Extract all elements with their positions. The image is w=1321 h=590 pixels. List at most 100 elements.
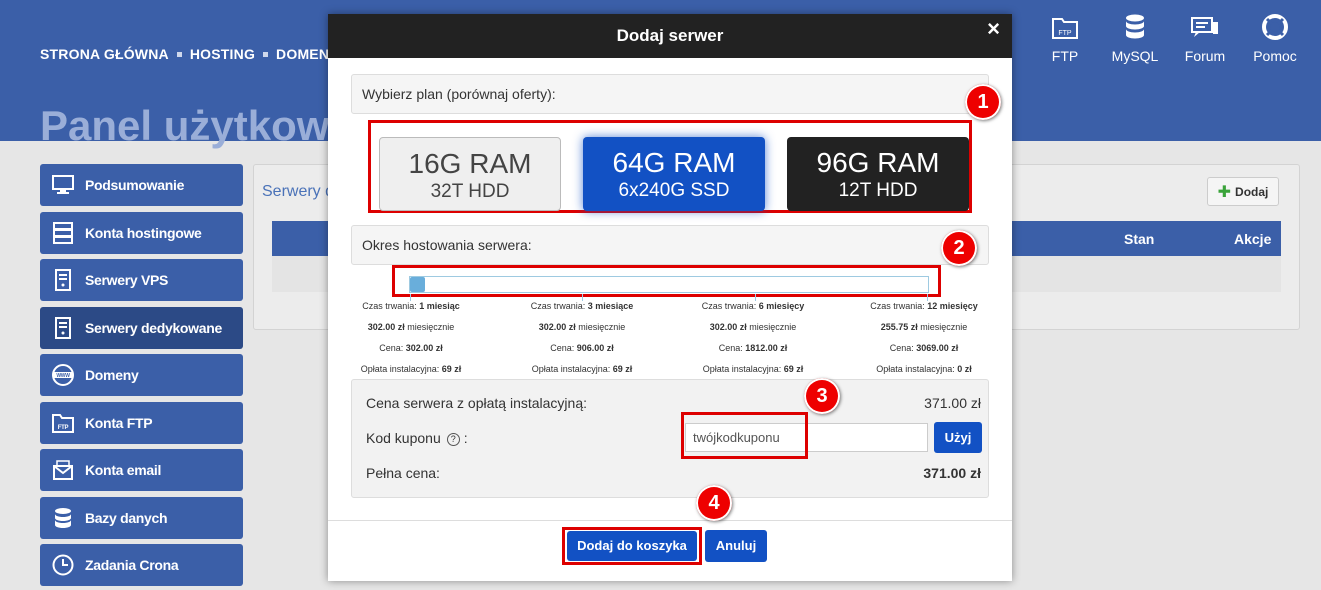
coupon-row-label: Kod kuponu?: <box>366 430 468 446</box>
monthly-suffix: miesięcznie <box>407 322 455 332</box>
apply-coupon-button[interactable]: Użyj <box>934 422 982 453</box>
period-option-1: Czas trwania: 1 miesiąc 302.00 zł miesię… <box>331 296 491 380</box>
server-rack-icon <box>52 221 74 244</box>
forum-chat-icon <box>1170 14 1240 40</box>
ftp-folder-icon: FTP <box>1030 14 1100 40</box>
monthly-value: 302.00 zł <box>367 322 405 332</box>
globe-www-icon: WWW <box>52 364 74 386</box>
nav-home-link[interactable]: STRONA GŁÓWNA <box>40 46 169 62</box>
duration-label: Czas trwania: <box>870 301 925 311</box>
monthly-suffix: miesięcznie <box>749 322 797 332</box>
nav-hosting-link[interactable]: HOSTING <box>190 46 255 62</box>
add-to-cart-button[interactable]: Dodaj do koszyka <box>567 531 697 561</box>
nav-help[interactable]: Pomoc <box>1240 14 1310 64</box>
duration-label: Czas trwania: <box>701 301 757 311</box>
plan-option-96g[interactable]: 96G RAM 12T HDD <box>787 137 969 211</box>
period-option-6: Czas trwania: 6 miesięcy 302.00 zł miesi… <box>673 296 833 380</box>
annotation-badge-4: 4 <box>696 485 732 521</box>
fee-label: Opłata instalacyjna: <box>360 364 440 374</box>
duration-value: 1 miesiąc <box>419 301 460 311</box>
database-icon <box>52 507 74 529</box>
monthly-value: 302.00 zł <box>709 322 747 332</box>
close-icon[interactable]: × <box>987 16 1000 42</box>
plan-selector: 16G RAM 32T HDD 64G RAM 6x240G SSD 96G R… <box>368 120 972 213</box>
price-value: 1812.00 zł <box>745 343 788 353</box>
plus-icon: ✚ <box>1217 183 1232 201</box>
modal-title: Dodaj serwer <box>328 14 1012 58</box>
plan-ram: 16G RAM <box>408 148 532 179</box>
plan-disk: 12T HDD <box>838 180 918 201</box>
server-icon <box>52 316 74 339</box>
right-navigation: FTP FTP MySQL Forum Pomoc <box>1030 14 1310 64</box>
svg-text:FTP: FTP <box>58 425 69 431</box>
svg-text:FTP: FTP <box>1058 30 1072 37</box>
lifebuoy-icon <box>1240 14 1310 40</box>
monthly-value: 255.75 zł <box>880 322 918 332</box>
server-icon <box>52 269 74 291</box>
sidebar-item-databases[interactable]: Bazy danych <box>40 496 243 539</box>
price-label: Cena: <box>718 343 743 353</box>
period-section-label: Okres hostowania serwera: <box>351 225 989 265</box>
top-navigation: STRONA GŁÓWNA HOSTING DOMENY <box>40 46 339 62</box>
cancel-button[interactable]: Anuluj <box>705 530 767 562</box>
fee-label: Opłata instalacyjna: <box>702 364 782 374</box>
price-summary: Cena serwera z opłatą instalacyjną: 371.… <box>351 379 989 498</box>
sidebar-item-dedicated[interactable]: Serwery dedykowane <box>40 306 243 349</box>
nav-forum[interactable]: Forum <box>1170 14 1240 64</box>
period-slider-handle[interactable] <box>410 277 425 292</box>
plan-ram: 64G RAM <box>612 147 736 178</box>
sidebar-item-vps[interactable]: Serwery VPS <box>40 259 243 301</box>
monitor-icon <box>52 174 74 196</box>
fee-value: 69 zł <box>441 364 462 374</box>
price-with-fee-label: Cena serwera z opłatą instalacyjną: <box>366 395 588 411</box>
sidebar-item-email[interactable]: Konta email <box>40 449 243 491</box>
nav-mysql[interactable]: MySQL <box>1100 14 1170 64</box>
fee-label: Opłata instalacyjna: <box>876 364 955 374</box>
period-slider-highlight <box>392 265 941 301</box>
nav-ftp-label: FTP <box>1051 48 1079 64</box>
plan-option-16g[interactable]: 16G RAM 32T HDD <box>379 137 561 211</box>
plan-section-label: Wybierz plan (porównaj oferty): <box>351 74 989 114</box>
sidebar-item-ftp[interactable]: FTP Konta FTP <box>40 401 243 444</box>
duration-label: Czas trwania: <box>362 301 417 311</box>
add-server-button[interactable]: ✚ Dodaj <box>1207 177 1279 206</box>
nav-mysql-label: MySQL <box>1111 48 1159 64</box>
email-icon <box>52 459 74 481</box>
sidebar-item-label: Zadania Crona <box>85 557 179 573</box>
price-with-fee-value: 371.00 zł <box>924 395 981 411</box>
fee-label: Opłata instalacyjna: <box>531 364 611 374</box>
sidebar-item-label: Bazy danych <box>85 509 168 526</box>
modal-footer-divider <box>328 520 1012 521</box>
coupon-highlight <box>681 412 808 459</box>
fee-value: 0 zł <box>957 364 972 374</box>
column-header-actions: Akcje <box>1234 231 1272 247</box>
monthly-suffix: miesięcznie <box>578 322 626 332</box>
full-price-value: 371.00 zł <box>923 465 981 481</box>
svg-text:WWW: WWW <box>56 373 70 379</box>
sidebar-item-label: Podsumowanie <box>85 177 185 193</box>
nav-separator <box>176 51 182 57</box>
fee-value: 69 zł <box>783 364 804 374</box>
fee-value: 69 zł <box>612 364 633 374</box>
annotation-badge-2: 2 <box>941 230 977 266</box>
period-slider-track[interactable] <box>409 276 929 301</box>
sidebar-item-label: Domeny <box>85 367 139 383</box>
sidebar-item-summary[interactable]: Podsumowanie <box>40 164 243 206</box>
sidebar-item-label: Konta email <box>85 462 162 478</box>
price-value: 906.00 zł <box>576 343 614 353</box>
sidebar-item-label: Serwery dedykowane <box>85 319 222 336</box>
nav-ftp[interactable]: FTP FTP <box>1030 14 1100 64</box>
sidebar-item-domains[interactable]: WWW Domeny <box>40 354 243 396</box>
plan-disk: 6x240G SSD <box>618 180 730 201</box>
coupon-label: Kod kuponu <box>366 430 441 446</box>
coupon-colon: : <box>463 430 468 446</box>
sidebar-item-label: Konta hostingowe <box>85 224 202 241</box>
sidebar-item-label: Konta FTP <box>85 414 153 431</box>
sidebar-item-hosting-accounts[interactable]: Konta hostingowe <box>40 211 243 254</box>
content-title: Serwery d <box>262 183 335 200</box>
plan-option-64g[interactable]: 64G RAM 6x240G SSD <box>583 137 765 211</box>
ftp-folder-icon: FTP <box>52 412 74 434</box>
sidebar-item-cron[interactable]: Zadania Crona <box>40 544 243 586</box>
help-icon[interactable]: ? <box>446 432 460 446</box>
price-value: 302.00 zł <box>405 343 443 353</box>
